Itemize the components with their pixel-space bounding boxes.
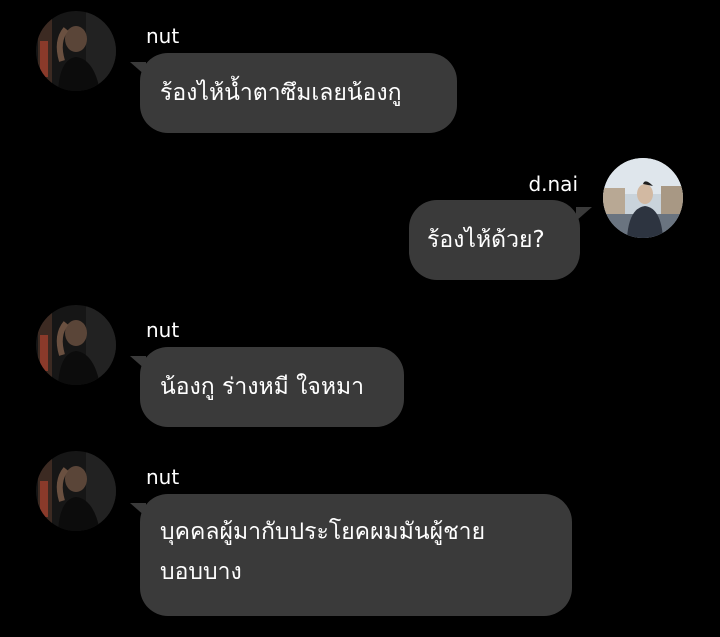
avatar-nut-image [36, 305, 116, 385]
sender-name: nut [146, 318, 180, 342]
avatar-nut[interactable] [36, 11, 116, 91]
avatar-nut-image [36, 451, 116, 531]
message-text: ร้องไห้ด้วย? [427, 227, 545, 253]
message-text: ร้องไห้น้ำตาซึมเลยน้องกู [160, 80, 402, 106]
message-bubble[interactable]: บุคคลผู้มากับประโยคผมมันผู้ชาย บอบบาง [140, 494, 572, 616]
sender-name: d.nai [528, 172, 578, 196]
avatar-nut[interactable] [36, 451, 116, 531]
avatar-dnai[interactable] [603, 158, 683, 238]
avatar-nut[interactable] [36, 305, 116, 385]
message-bubble[interactable]: ร้องไห้ด้วย? [409, 200, 580, 280]
message-bubble[interactable]: ร้องไห้น้ำตาซึมเลยน้องกู [140, 53, 457, 133]
message-bubble[interactable]: น้องกู ร่างหมี ใจหมา [140, 347, 404, 427]
sender-name: nut [146, 24, 180, 48]
sender-name: nut [146, 465, 180, 489]
message-text-line-1: บุคคลผู้มากับประโยคผมมันผู้ชาย [160, 519, 486, 545]
message-text-line-2: บอบบาง [160, 559, 242, 585]
avatar-dnai-image [603, 158, 683, 238]
avatar-nut-image [36, 11, 116, 91]
message-text: น้องกู ร่างหมี ใจหมา [160, 374, 365, 400]
